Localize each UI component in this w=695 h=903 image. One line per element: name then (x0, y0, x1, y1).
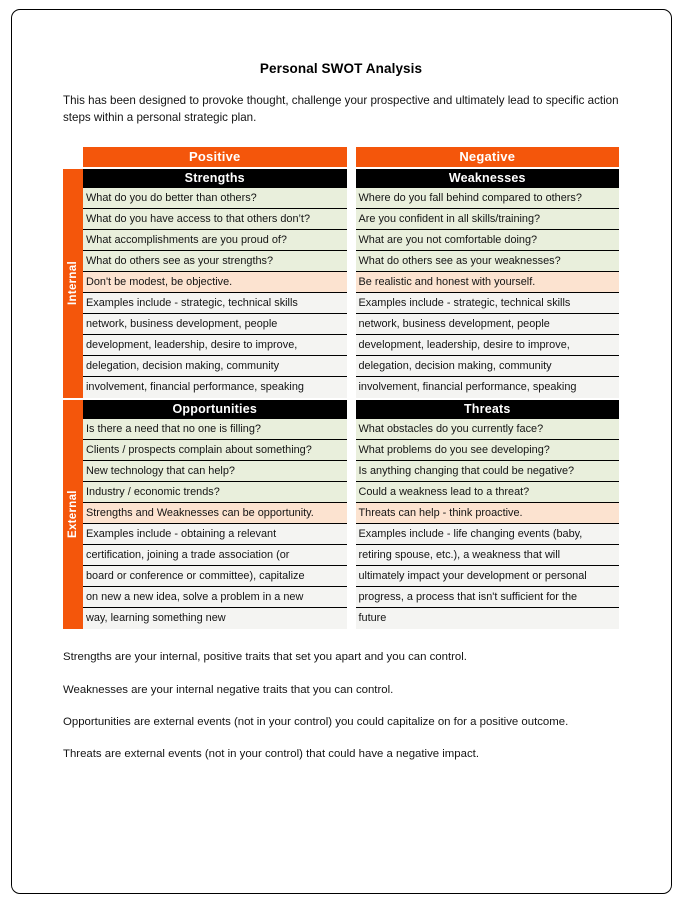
weaknesses-prompt: What are you not comfortable doing? (355, 230, 619, 252)
opportunities-prompt: Is there a need that no one is filling? (83, 419, 347, 441)
note-weaknesses: Weaknesses are your internal negative tr… (63, 683, 394, 696)
document-page: Personal SWOT Analysis This has been des… (11, 9, 672, 894)
banner-negative-col: Negative (355, 147, 619, 168)
weaknesses-example: Examples include - strategic, technical … (355, 293, 619, 315)
weaknesses-example: development, leadership, desire to impro… (355, 335, 619, 357)
threats-prompt: What problems do you see developing? (355, 440, 619, 462)
weaknesses-prompt: Are you confident in all skills/training… (355, 209, 619, 231)
document-body: Personal SWOT Analysis This has been des… (63, 61, 619, 763)
quadrant-header-weaknesses: Weaknesses (355, 169, 619, 189)
opportunities-example: board or conference or committee), capit… (83, 566, 347, 588)
threats-example: progress, a process that isn't sufficien… (355, 587, 619, 609)
matrix-row-external: External Opportunities Is there a need t… (63, 400, 619, 630)
banner-positive-col: Positive (83, 147, 347, 168)
column-gap (346, 169, 356, 399)
opportunities-prompt: Industry / economic trends? (83, 482, 347, 504)
weaknesses-example: delegation, decision making, community (355, 356, 619, 378)
axis-label-external: External (67, 490, 79, 539)
quadrant-threats: Threats What obstacles do you currently … (355, 400, 619, 630)
weaknesses-example: involvement, financial performance, spea… (355, 377, 619, 399)
quadrant-weaknesses: Weaknesses Where do you fall behind comp… (355, 169, 619, 399)
strengths-example: involvement, financial performance, spea… (83, 377, 347, 399)
opportunities-example: Examples include - obtaining a relevant (83, 524, 347, 546)
banner-positive: Positive (83, 147, 347, 168)
banner-negative: Negative (355, 147, 619, 168)
threats-prompt: What obstacles do you currently face? (355, 419, 619, 441)
weaknesses-prompt: Where do you fall behind compared to oth… (355, 188, 619, 210)
threats-example: retiring spouse, etc.), a weakness that … (355, 545, 619, 567)
strengths-example: development, leadership, desire to impro… (83, 335, 347, 357)
quadrant-opportunities: Opportunities Is there a need that no on… (83, 400, 347, 630)
axis-label-internal: Internal (67, 261, 79, 306)
threats-example: ultimately impact your development or pe… (355, 566, 619, 588)
opportunities-prompt: New technology that can help? (83, 461, 347, 483)
weaknesses-prompt: What do others see as your weaknesses? (355, 251, 619, 273)
weaknesses-example: network, business development, people (355, 314, 619, 336)
page-title: Personal SWOT Analysis (259, 61, 423, 76)
weaknesses-tip: Be realistic and honest with yourself. (355, 272, 619, 294)
axis-spacer (63, 147, 83, 168)
strengths-example: Examples include - strategic, technical … (83, 293, 347, 315)
opportunities-example: certification, joining a trade associati… (83, 545, 347, 567)
threats-example: Examples include - life changing events … (355, 524, 619, 546)
strengths-tip: Don't be modest, be objective. (83, 272, 347, 294)
strengths-example: network, business development, people (83, 314, 347, 336)
axis-cell-external: External (63, 400, 83, 630)
note-threats: Threats are external events (not in your… (63, 748, 479, 761)
column-gap (346, 400, 356, 630)
strengths-prompt: What do you do better than others? (83, 188, 347, 210)
threats-prompt: Could a weakness lead to a threat? (355, 482, 619, 504)
swot-matrix: Positive Negative Internal Strengths Wha… (63, 147, 619, 630)
quadrant-strengths: Strengths What do you do better than oth… (83, 169, 347, 399)
strengths-example: delegation, decision making, community (83, 356, 347, 378)
quadrant-header-threats: Threats (355, 400, 619, 420)
definition-notes: Strengths are your internal, positive tr… (63, 650, 619, 763)
strengths-prompt: What do others see as your strengths? (83, 251, 347, 273)
strengths-prompt: What do you have access to that others d… (83, 209, 347, 231)
axis-cell-internal: Internal (63, 169, 83, 399)
quadrant-header-opportunities: Opportunities (83, 400, 347, 420)
matrix-row-internal: Internal Strengths What do you do better… (63, 169, 619, 399)
opportunities-example: way, learning something new (83, 608, 347, 630)
opportunities-example: on new a new idea, solve a problem in a … (83, 587, 347, 609)
matrix-banner-row: Positive Negative (63, 147, 619, 168)
threats-prompt: Is anything changing that could be negat… (355, 461, 619, 483)
opportunities-tip: Strengths and Weaknesses can be opportun… (83, 503, 347, 525)
quadrant-header-strengths: Strengths (83, 169, 347, 189)
note-opportunities: Opportunities are external events (not i… (63, 716, 569, 729)
opportunities-prompt: Clients / prospects complain about somet… (83, 440, 347, 462)
strengths-prompt: What accomplishments are you proud of? (83, 230, 347, 252)
column-gap (346, 147, 356, 168)
threats-tip: Threats can help - think proactive. (355, 503, 619, 525)
intro-paragraph: This has been designed to provoke though… (63, 94, 619, 125)
note-strengths: Strengths are your internal, positive tr… (63, 651, 467, 664)
threats-example: future (355, 608, 619, 630)
